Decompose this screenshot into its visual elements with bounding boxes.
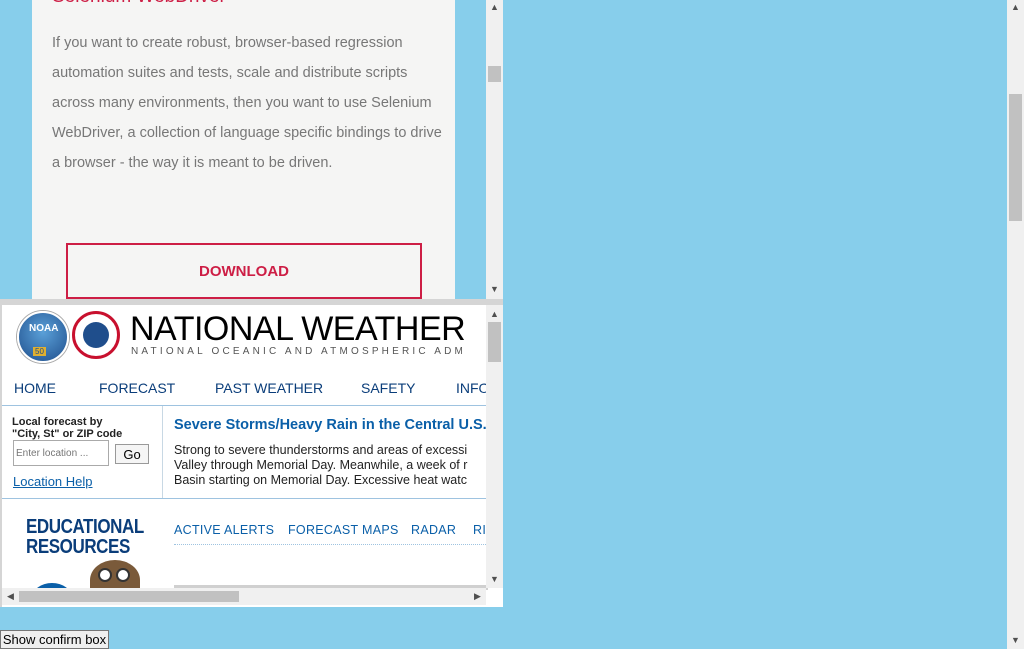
page-vertical-scrollbar[interactable]: ▲ ▼	[1007, 0, 1024, 649]
news-headline[interactable]: Severe Storms/Heavy Rain in the Central …	[174, 417, 487, 433]
scroll-right-arrow-icon[interactable]: ▶	[474, 591, 481, 602]
nav-past-weather[interactable]: PAST WEATHER	[215, 380, 323, 396]
nav-info[interactable]: INFO	[456, 380, 488, 396]
noaa-logo-icon[interactable]: NOAA 50	[17, 311, 69, 363]
site-title: NATIONAL WEATHER	[130, 310, 466, 348]
educational-resources-banner[interactable]: EDUCATIONAL RESOURCES	[26, 517, 144, 557]
local-forecast-form: Local forecast by "City, St" or ZIP code…	[12, 416, 162, 489]
frame2-horizontal-scrollbar[interactable]: ◀ ▶	[2, 588, 486, 605]
go-button[interactable]: Go	[115, 444, 149, 464]
download-button[interactable]: DOWNLOAD	[66, 243, 422, 299]
scroll-up-arrow-icon[interactable]: ▲	[1007, 3, 1024, 12]
nav-safety[interactable]: SAFETY	[361, 380, 415, 396]
divider	[162, 406, 163, 498]
edu-line-2: RESOURCES	[26, 536, 130, 558]
local-forecast-label: Local forecast by	[12, 416, 103, 428]
owl-mascot-icon	[90, 560, 140, 590]
main-nav: HOME FORECAST PAST WEATHER SAFETY INFO	[2, 365, 488, 406]
frame1-vertical-scrollbar[interactable]: ▲ ▼	[486, 0, 503, 299]
nws-header: NOAA 50 NATIONAL WEATHER NATIONAL OCEANI…	[2, 305, 488, 366]
card-description: If you want to create robust, browser-ba…	[52, 35, 442, 171]
site-subtitle: NATIONAL OCEANIC AND ATMOSPHERIC ADM	[131, 346, 467, 357]
scroll-down-arrow-icon[interactable]: ▼	[486, 285, 503, 294]
story-line: Strong to severe thunderstorms and areas…	[174, 443, 468, 457]
show-confirm-box-button[interactable]: Show confirm box	[0, 630, 109, 649]
nws-logo-icon[interactable]	[72, 311, 120, 359]
frame2-vertical-scrollbar[interactable]: ▲ ▼	[486, 305, 503, 588]
story-line: Valley through Memorial Day. Meanwhile, …	[174, 458, 468, 472]
subnav-underline	[174, 544, 488, 545]
card-title: Selenium WebDriver	[52, 0, 226, 8]
subnav-forecast-maps[interactable]: FORECAST MAPS	[288, 523, 399, 537]
news-story: Strong to severe thunderstorms and areas…	[174, 443, 488, 488]
nws-content: NOAA 50 NATIONAL WEATHER NATIONAL OCEANI…	[2, 305, 488, 590]
nav-home[interactable]: HOME	[14, 380, 56, 396]
scroll-left-arrow-icon[interactable]: ◀	[7, 591, 14, 602]
scroll-down-arrow-icon[interactable]: ▼	[1007, 636, 1024, 645]
subnav-active-alerts[interactable]: ACTIVE ALERTS	[174, 523, 274, 537]
location-help-link[interactable]: Location Help	[13, 474, 93, 489]
scroll-thumb[interactable]	[488, 66, 501, 82]
scroll-thumb[interactable]	[1009, 94, 1022, 221]
location-input[interactable]	[13, 440, 109, 466]
scroll-up-arrow-icon[interactable]: ▲	[486, 3, 503, 12]
story-line: Basin starting on Memorial Day. Excessiv…	[174, 473, 467, 487]
nws-frame: NOAA 50 NATIONAL WEATHER NATIONAL OCEANI…	[0, 305, 503, 607]
scroll-up-arrow-icon[interactable]: ▲	[486, 310, 503, 319]
scroll-down-arrow-icon[interactable]: ▼	[486, 575, 503, 584]
scroll-thumb[interactable]	[488, 322, 501, 362]
selenium-frame: Selenium WebDriver If you want to create…	[0, 0, 503, 299]
subnav-radar[interactable]: RADAR	[411, 523, 456, 537]
selenium-webdriver-card: Selenium WebDriver If you want to create…	[32, 0, 455, 299]
nav-forecast[interactable]: FORECAST	[99, 380, 175, 396]
scroll-thumb[interactable]	[19, 591, 239, 602]
edu-line-1: EDUCATIONAL	[26, 516, 144, 538]
local-forecast-hint: "City, St" or ZIP code	[12, 428, 123, 440]
section-divider	[2, 498, 488, 499]
